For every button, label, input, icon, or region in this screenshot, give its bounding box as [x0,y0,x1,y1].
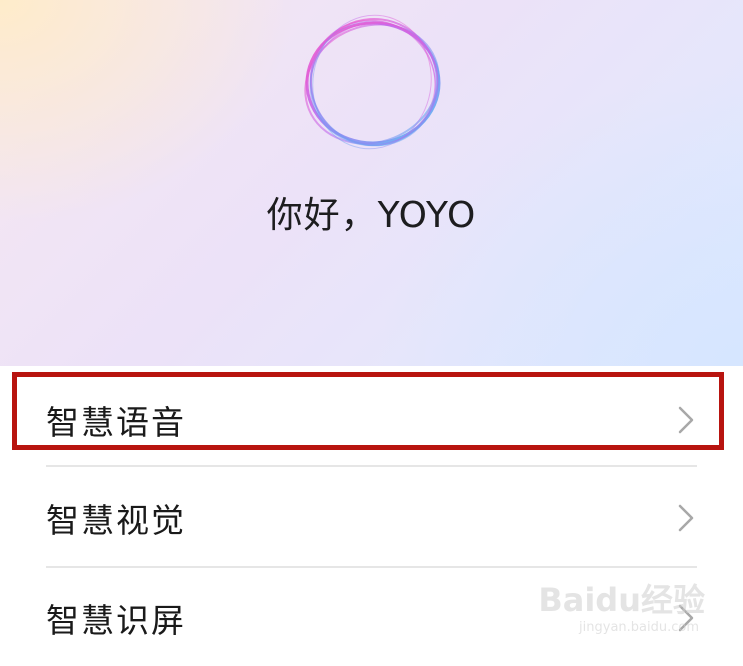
menu-item-label: 智慧视觉 [46,501,186,540]
watermark-brand: Baidu经验 [538,581,705,619]
chevron-right-icon [678,504,694,532]
menu-item-smart-vision[interactable]: 智慧视觉 [0,470,743,566]
voice-assistant-orb-icon[interactable] [296,10,450,156]
menu-divider [46,465,697,467]
highlight-box [12,372,724,450]
baidu-jingyan-watermark: Baidu经验 jingyan.baidu.com [525,571,705,635]
assistant-greeting: 你好，YOYO [266,195,477,236]
menu-item-label: 智慧识屏 [46,601,186,640]
watermark-url: jingyan.baidu.com [579,620,699,635]
assistant-header: 你好，YOYO [0,0,743,366]
menu-divider [46,566,697,568]
